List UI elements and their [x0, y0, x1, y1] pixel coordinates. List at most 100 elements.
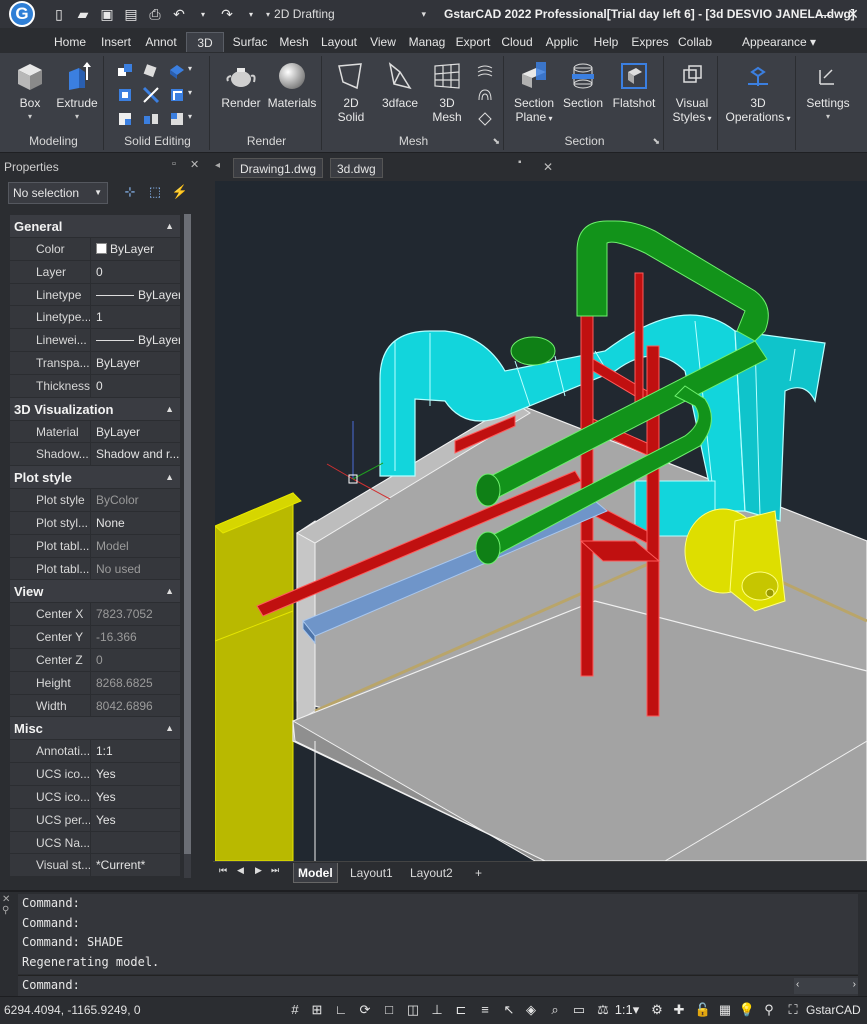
panel-launcher-icon[interactable]: ⬊: [492, 136, 500, 147]
property-value[interactable]: ByLayer: [90, 283, 180, 306]
property-row[interactable]: Height 8268.6825: [10, 670, 180, 694]
lock-icon[interactable]: 🔓: [694, 1001, 712, 1019]
doc-tab-3d[interactable]: 3d.dwg: [330, 158, 383, 178]
property-row[interactable]: Material ByLayer: [10, 419, 180, 443]
tab-help[interactable]: Help: [590, 32, 622, 52]
intersect-icon[interactable]: [168, 62, 186, 80]
annotation-scale-icon[interactable]: ⚖: [594, 1001, 612, 1019]
property-value[interactable]: 1: [90, 306, 180, 329]
prev-tab-icon[interactable]: ◀: [237, 865, 244, 876]
property-row[interactable]: Thickness 0: [10, 373, 180, 397]
property-section-header[interactable]: General ▲: [10, 214, 180, 237]
select-objects-icon[interactable]: ⬚: [145, 184, 165, 204]
collapse-icon[interactable]: ▲: [165, 717, 174, 740]
fillet-edge-icon[interactable]: [116, 86, 134, 104]
property-value[interactable]: ByColor: [90, 489, 180, 511]
properties-scrollbar[interactable]: [184, 214, 191, 878]
property-row[interactable]: Layer 0: [10, 259, 180, 283]
tabsurf-icon[interactable]: [476, 86, 494, 104]
viewport-icon[interactable]: ▭: [570, 1001, 588, 1019]
tab-model[interactable]: Model: [293, 863, 338, 883]
3d-operations-button[interactable]: 3D Operations ▾: [722, 60, 794, 126]
property-section-header[interactable]: Misc ▲: [10, 716, 180, 740]
close-doc-icon[interactable]: ✕: [543, 160, 553, 174]
drawing-viewport[interactable]: [215, 181, 867, 861]
property-value[interactable]: ByLayer: [90, 238, 180, 260]
property-value[interactable]: ByLayer: [90, 351, 180, 374]
lineweight-icon[interactable]: ≡: [476, 1001, 494, 1019]
workspace-gear-icon[interactable]: ⚙: [648, 1001, 666, 1019]
first-tab-icon[interactable]: ⏮: [219, 865, 227, 876]
property-row[interactable]: UCS ico... Yes: [10, 762, 180, 785]
next-tab-icon[interactable]: ▶: [255, 865, 262, 876]
restore-icon[interactable]: ▪: [518, 157, 522, 168]
snap-icon[interactable]: ⊞: [308, 1001, 326, 1019]
property-value[interactable]: 0: [90, 260, 180, 283]
save-icon[interactable]: ▣: [96, 3, 118, 25]
subtract-icon[interactable]: [142, 62, 160, 80]
property-value[interactable]: Shadow and r...: [90, 443, 180, 466]
polar-icon[interactable]: ⟳: [356, 1001, 374, 1019]
isolate-icon[interactable]: ▦: [716, 1001, 734, 1019]
property-value[interactable]: Yes: [90, 763, 180, 785]
annotation-monitor-icon[interactable]: ✚: [670, 1001, 688, 1019]
collapse-icon[interactable]: ▲: [165, 398, 174, 421]
edgesurf-icon[interactable]: [476, 110, 494, 128]
property-row[interactable]: Plot styl... None: [10, 510, 180, 534]
tab-insert[interactable]: Insert: [96, 32, 136, 52]
property-value[interactable]: 0: [90, 648, 180, 671]
union-icon[interactable]: [116, 62, 134, 80]
section-button[interactable]: Section: [560, 60, 606, 110]
tab-annotate[interactable]: Annot: [141, 32, 181, 52]
redo-dropdown-icon[interactable]: ▾: [240, 3, 262, 25]
tab-layout[interactable]: Layout: [318, 32, 360, 52]
property-value[interactable]: ByLayer: [90, 329, 180, 351]
chevron-down-icon[interactable]: ▾: [188, 64, 192, 73]
annotation-scale[interactable]: 1:1▾: [612, 1001, 642, 1019]
property-row[interactable]: Linetype... 1: [10, 305, 180, 329]
property-row[interactable]: UCS ico... Yes: [10, 784, 180, 808]
ortho-icon[interactable]: ∟: [332, 1001, 350, 1019]
property-row[interactable]: Annotati... 1:1: [10, 739, 180, 763]
property-value[interactable]: -16.366: [90, 626, 180, 648]
property-row[interactable]: Center X 7823.7052: [10, 602, 180, 626]
hardware-accel-icon[interactable]: ⚲: [760, 1001, 778, 1019]
ducs-icon[interactable]: ⊏: [452, 1001, 470, 1019]
otrack-icon[interactable]: ⊥: [428, 1001, 446, 1019]
appearance-menu[interactable]: Appearance ▾: [742, 32, 816, 52]
tab-scroll-left-icon[interactable]: ◂: [215, 160, 220, 171]
layers-icon[interactable]: ◈: [522, 1001, 540, 1019]
collapse-icon[interactable]: ▲: [165, 215, 174, 238]
property-row[interactable]: Width 8042.6896: [10, 693, 180, 717]
new-icon[interactable]: ▯: [48, 3, 70, 25]
materials-button[interactable]: Materials: [266, 60, 318, 110]
scroll-thumb[interactable]: [184, 214, 191, 854]
property-value[interactable]: 1:1: [90, 740, 180, 763]
tab-manage[interactable]: Manag: [406, 32, 448, 52]
doc-tab-drawing1[interactable]: Drawing1.dwg: [233, 158, 324, 178]
tab-home[interactable]: Home: [50, 32, 90, 52]
close-button[interactable]: ✕: [842, 3, 864, 25]
property-value[interactable]: *Current*: [90, 854, 180, 877]
app-logo[interactable]: G: [8, 0, 36, 28]
property-value[interactable]: 0: [90, 374, 180, 397]
toggle-pickadd-icon[interactable]: ⊹: [120, 184, 140, 204]
property-row[interactable]: Linewei... ByLayer: [10, 328, 180, 351]
tab-collaborate[interactable]: Collab: [675, 32, 715, 52]
panel-launcher-icon[interactable]: ⬊: [652, 136, 660, 147]
tab-surface[interactable]: Surfac: [229, 32, 271, 52]
fullscreen-icon[interactable]: ⛶: [784, 1001, 802, 1019]
property-value[interactable]: 8268.6825: [90, 671, 180, 694]
2d-solid-button[interactable]: 2D Solid: [330, 60, 372, 124]
open-icon[interactable]: ▰: [72, 3, 94, 25]
property-value[interactable]: Model: [90, 534, 180, 557]
collapse-icon[interactable]: ▲: [165, 580, 174, 603]
shell-icon[interactable]: [168, 86, 186, 104]
tab-applications[interactable]: Applic: [541, 32, 583, 52]
render-button[interactable]: Render: [216, 60, 266, 110]
property-value[interactable]: ByLayer: [90, 420, 180, 443]
property-value[interactable]: Yes: [90, 808, 180, 831]
box-button[interactable]: Box ▾: [10, 60, 50, 124]
tab-view[interactable]: View: [366, 32, 400, 52]
property-value[interactable]: Yes: [90, 785, 180, 808]
